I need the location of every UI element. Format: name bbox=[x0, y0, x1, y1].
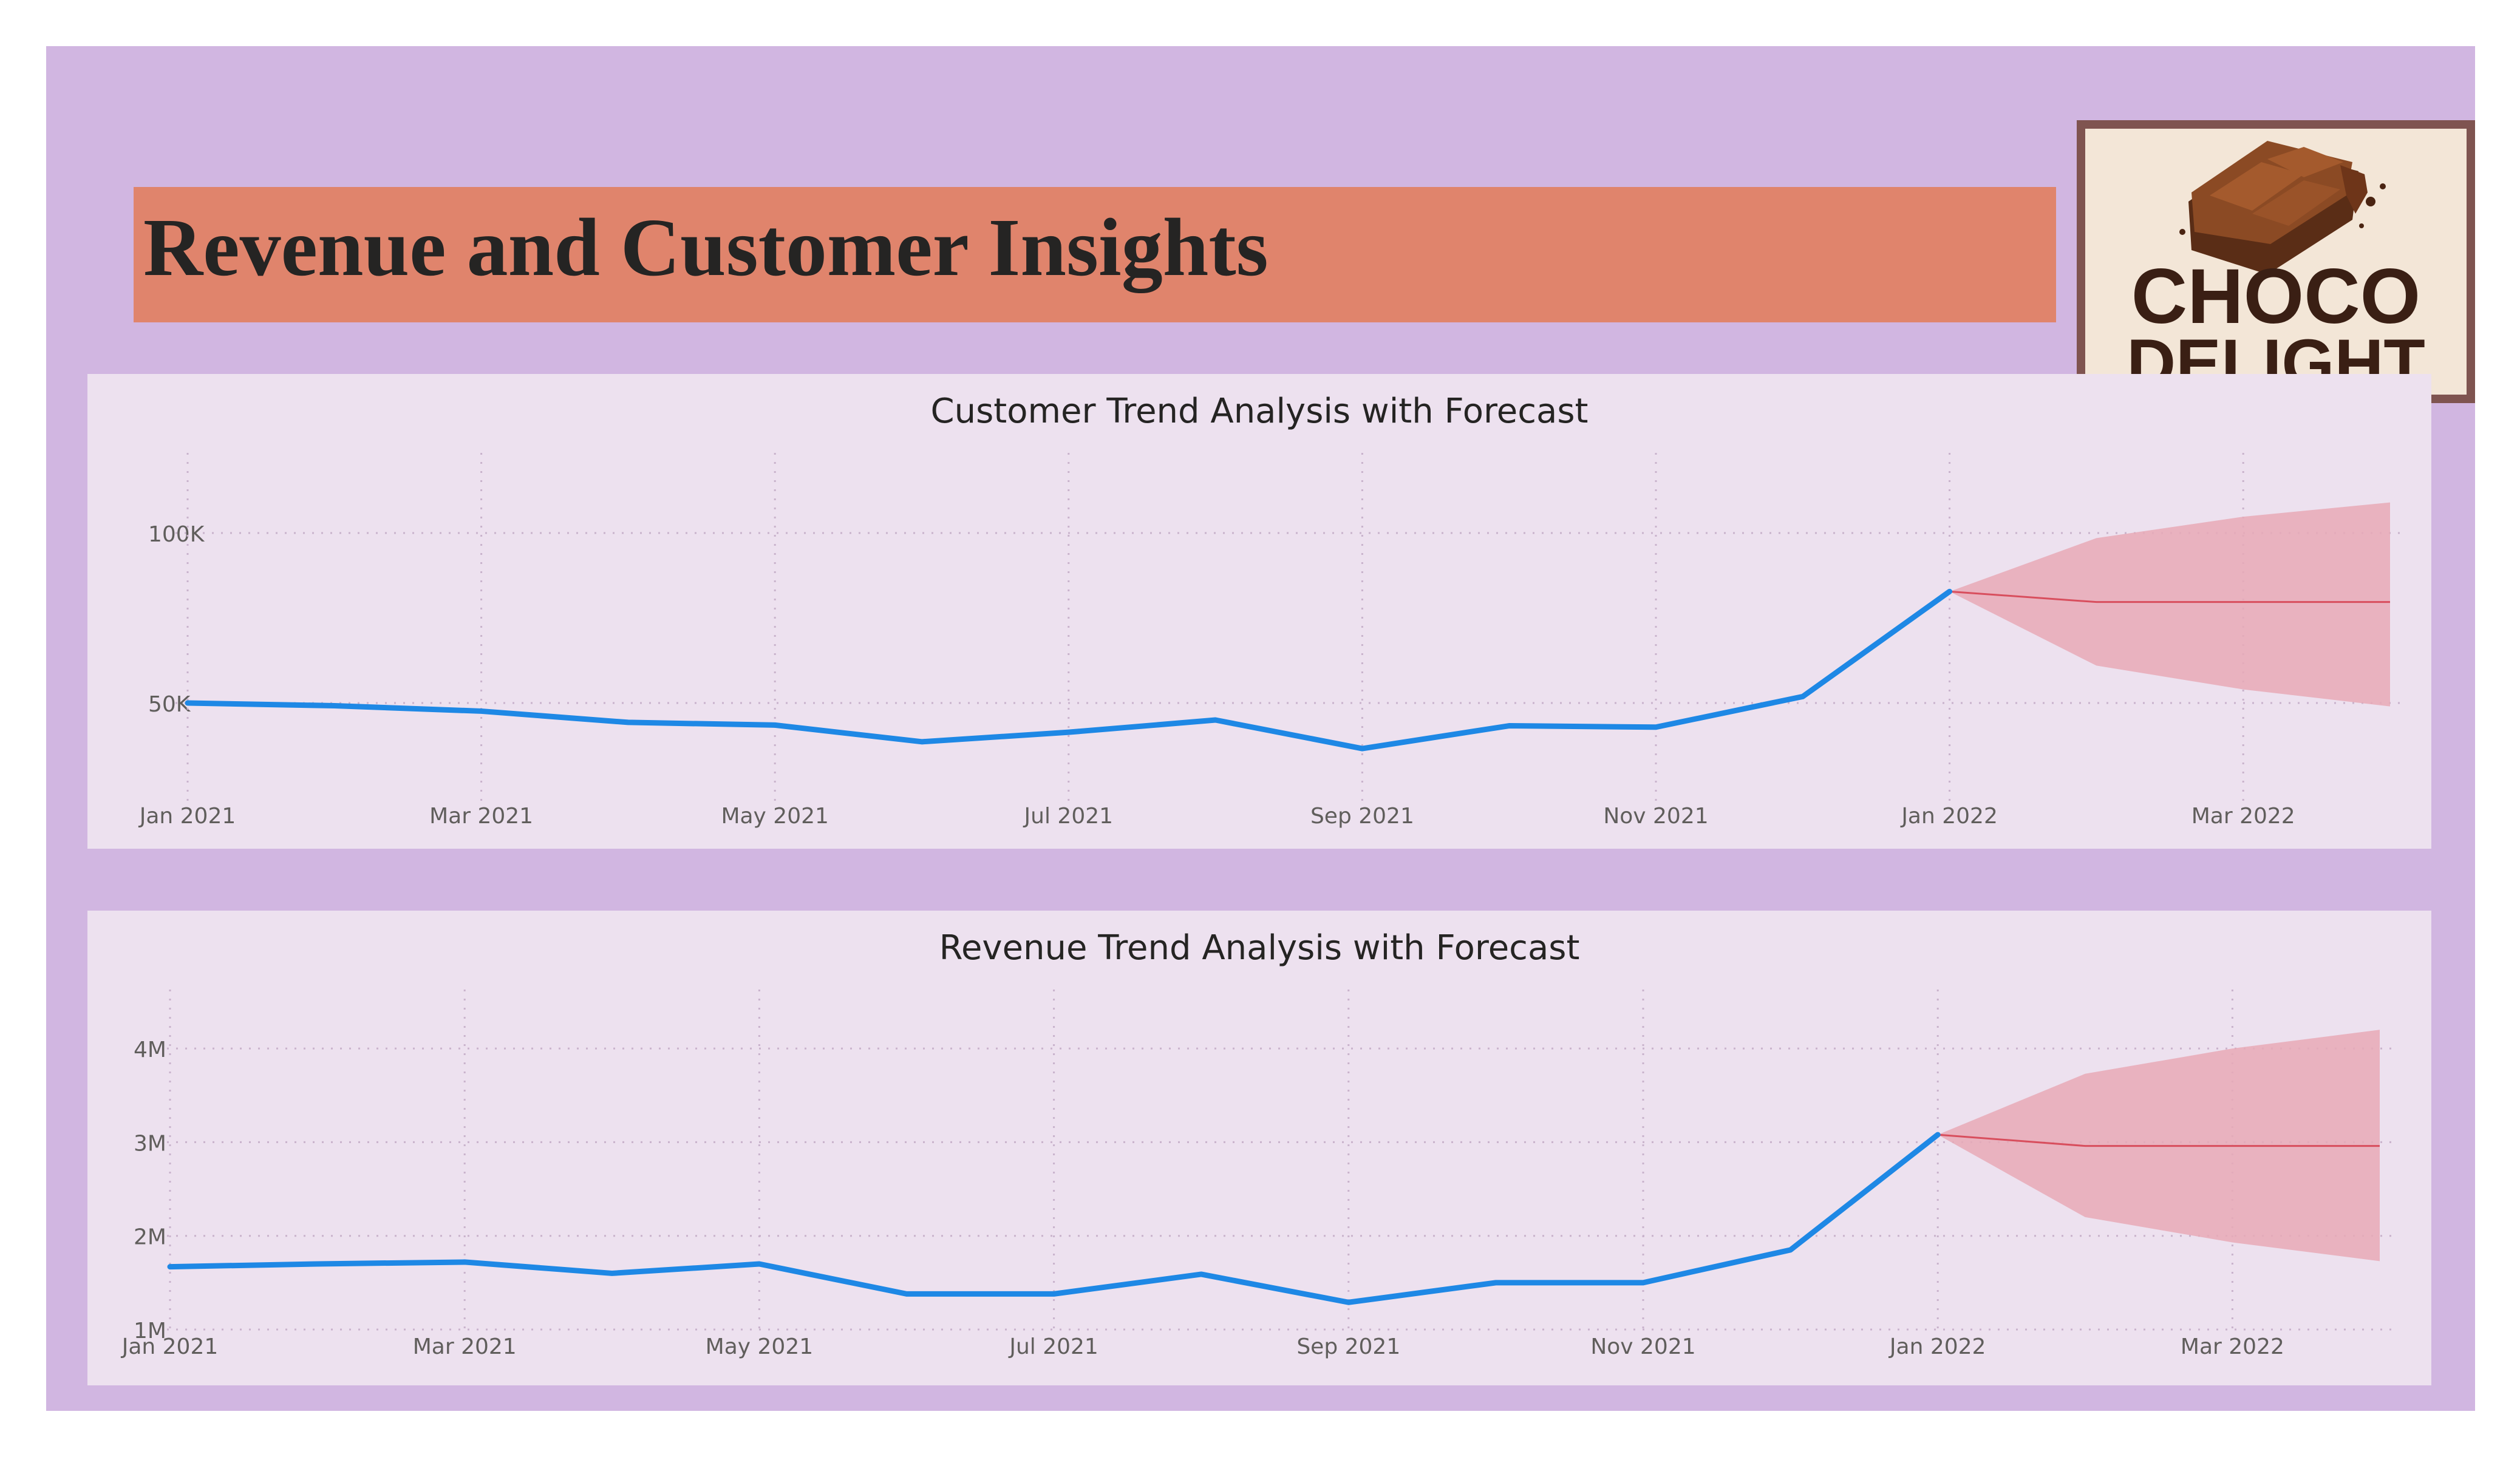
revenue-trend-chart-panel: Revenue Trend Analysis with Forecast 1M 2… bbox=[87, 911, 2431, 1385]
x-tick-label: Jan 2021 bbox=[121, 1334, 219, 1359]
logo-graphic: CHOCO DELIGHT bbox=[2127, 141, 2425, 395]
x-tick-label: May 2021 bbox=[721, 804, 829, 829]
x-tick-label: May 2021 bbox=[706, 1334, 814, 1359]
y-tick-label: 4M bbox=[134, 1038, 166, 1062]
x-tick-label: Mar 2021 bbox=[413, 1334, 517, 1359]
x-tick-label: Mar 2022 bbox=[2191, 804, 2295, 829]
title-bar: Revenue and Customer Insights bbox=[134, 187, 2056, 322]
x-tick-label: Sep 2021 bbox=[1310, 804, 1414, 829]
x-tick-label: Mar 2021 bbox=[429, 804, 533, 829]
y-tick-label: 2M bbox=[134, 1225, 166, 1250]
revenue-trend-chart: Revenue Trend Analysis with Forecast 1M2… bbox=[121, 928, 2392, 1359]
x-tick-label: Jul 2021 bbox=[1023, 804, 1114, 829]
y-tick-label: 100K bbox=[148, 522, 205, 547]
x-tick-label: Jan 2022 bbox=[1900, 804, 1998, 829]
x-tick-label: Nov 2021 bbox=[1603, 804, 1708, 829]
x-tick-label: Sep 2021 bbox=[1296, 1334, 1400, 1359]
chart-title: Revenue Trend Analysis with Forecast bbox=[939, 928, 1580, 968]
x-tick-label: Jan 2022 bbox=[1888, 1334, 1986, 1359]
y-tick-label: 50K bbox=[148, 692, 191, 717]
y-tick-label: 3M bbox=[134, 1131, 166, 1156]
chart-title: Customer Trend Analysis with Forecast bbox=[931, 392, 1589, 431]
x-tick-label: Jan 2021 bbox=[138, 804, 236, 829]
actual-series-line bbox=[185, 588, 1953, 752]
customer-trend-chart-panel: Customer Trend Analysis with Forecast 50… bbox=[87, 374, 2431, 849]
x-tick-label: Nov 2021 bbox=[1590, 1334, 1695, 1359]
choco-delight-logo: CHOCO DELIGHT bbox=[2077, 120, 2475, 403]
x-tick-label: Mar 2022 bbox=[2181, 1334, 2284, 1359]
x-tick-label: Jul 2021 bbox=[1008, 1334, 1098, 1359]
customer-trend-chart: Customer Trend Analysis with Forecast 50… bbox=[138, 392, 2402, 829]
page-title: Revenue and Customer Insights bbox=[143, 202, 1269, 293]
